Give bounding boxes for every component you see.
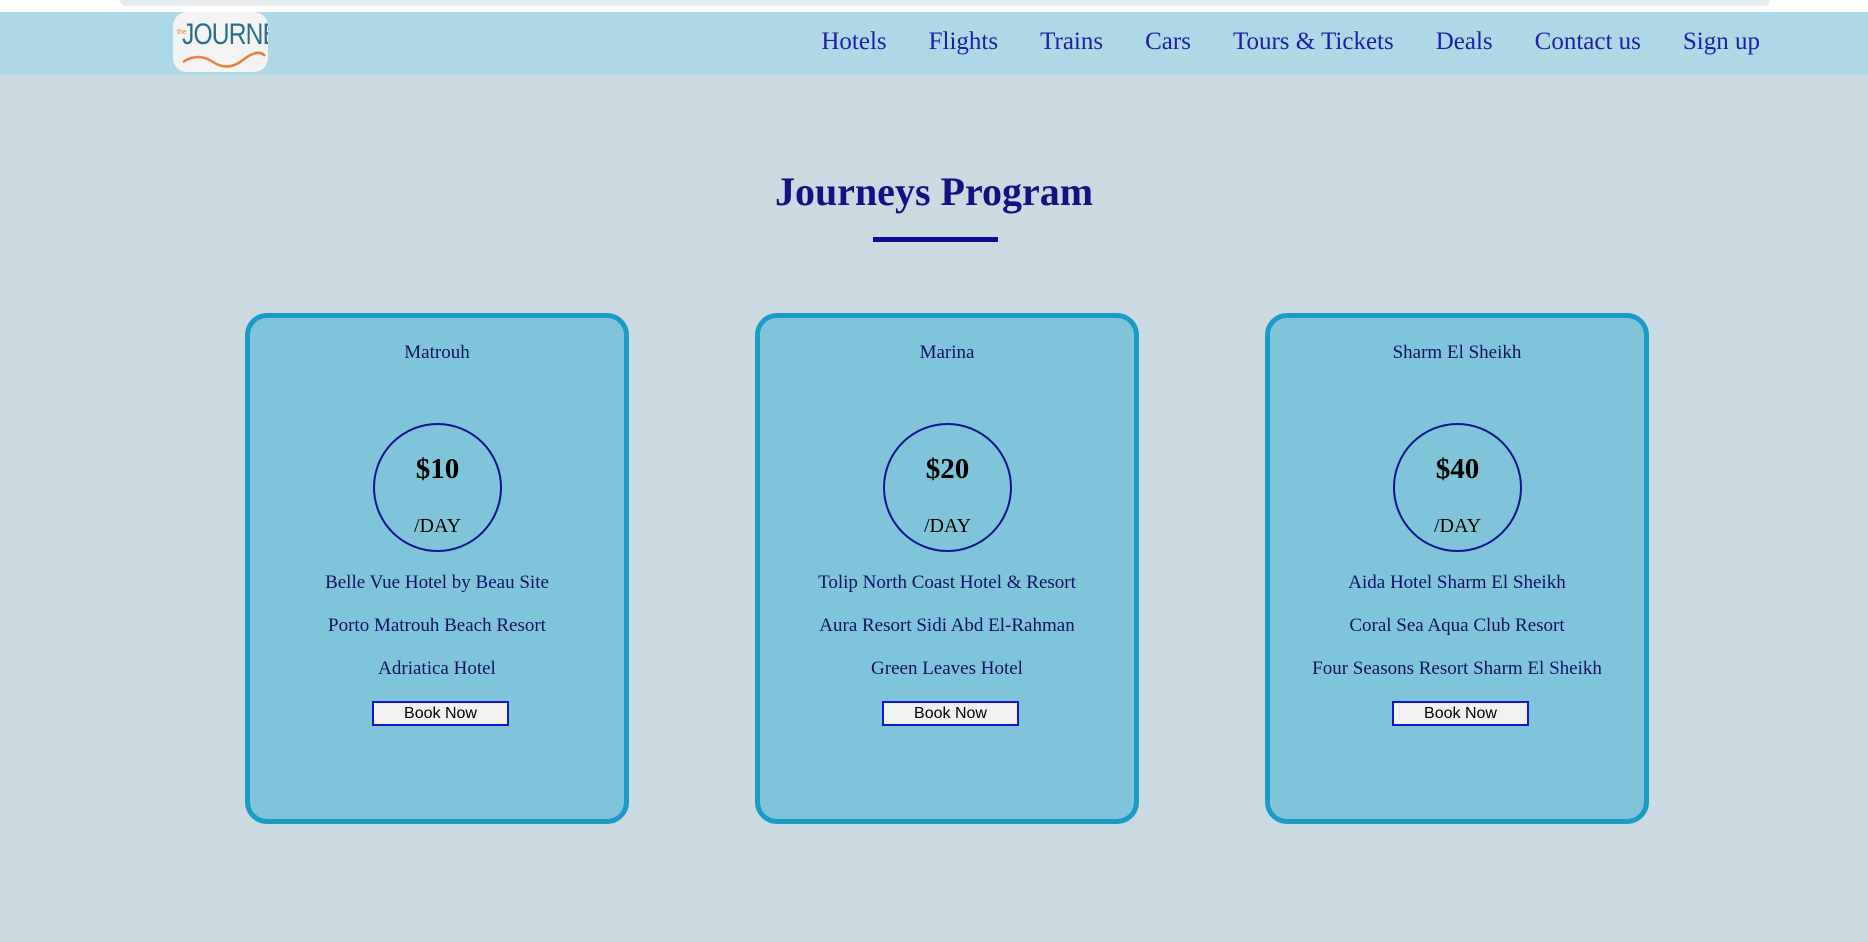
hotel-item: Porto Matrouh Beach Resort: [328, 615, 546, 636]
title-underline: [873, 237, 998, 242]
hotel-item: Four Seasons Resort Sharm El Sheikh: [1312, 658, 1602, 679]
price-unit: /DAY: [1433, 515, 1482, 537]
price-circle: $20 /DAY: [883, 423, 1012, 552]
card-city: Marina: [919, 342, 975, 363]
price-unit: /DAY: [923, 515, 972, 537]
nav-deals[interactable]: Deals: [1436, 28, 1493, 56]
page-title: Journeys Program: [774, 169, 1094, 214]
price-amount: $40: [1435, 453, 1480, 485]
program-card-marina: Marina $20 /DAY Tolip North Coast Hotel …: [755, 313, 1139, 824]
nav-trains[interactable]: Trains: [1040, 28, 1103, 56]
hotel-item: Adriatica Hotel: [378, 658, 496, 679]
hotel-item: Aida Hotel Sharm El Sheikh: [1348, 572, 1566, 593]
hotel-item: Aura Resort Sidi Abd El-Rahman: [819, 615, 1075, 636]
journey-logo[interactable]: the JOURNEY: [173, 12, 268, 72]
hotel-item: Tolip North Coast Hotel & Resort: [818, 572, 1076, 593]
card-city: Sharm El Sheikh: [1392, 342, 1522, 363]
book-now-button[interactable]: Book Now: [882, 701, 1019, 726]
logo-wave-icon: [182, 51, 266, 68]
nav-cars[interactable]: Cars: [1145, 28, 1191, 56]
nav-sign-up[interactable]: Sign up: [1683, 28, 1760, 56]
book-now-button[interactable]: Book Now: [1392, 701, 1529, 726]
price-circle: $40 /DAY: [1393, 423, 1522, 552]
nav-contact-us[interactable]: Contact us: [1535, 28, 1641, 56]
price-circle: $10 /DAY: [373, 423, 502, 552]
hotel-item: Coral Sea Aqua Club Resort: [1349, 615, 1565, 636]
price-unit: /DAY: [413, 515, 462, 537]
nav-hotels[interactable]: Hotels: [821, 28, 886, 56]
book-now-button[interactable]: Book Now: [372, 701, 509, 726]
browser-address-bar-edge: [120, 0, 1770, 6]
navbar: the JOURNEY Hotels Flights Trains Cars T…: [0, 12, 1868, 75]
hotel-item: Belle Vue Hotel by Beau Site: [325, 572, 549, 593]
hotel-item: Green Leaves Hotel: [871, 658, 1023, 679]
nav-links: Hotels Flights Trains Cars Tours & Ticke…: [779, 28, 1760, 56]
price-amount: $20: [925, 453, 970, 485]
program-card-matrouh: Matrouh $10 /DAY Belle Vue Hotel by Beau…: [245, 313, 629, 824]
nav-flights[interactable]: Flights: [929, 28, 998, 56]
card-city: Matrouh: [404, 342, 470, 363]
browser-top-strip: [0, 0, 1868, 12]
nav-tours-tickets[interactable]: Tours & Tickets: [1233, 28, 1394, 56]
program-card-sharm-el-sheikh: Sharm El Sheikh $40 /DAY Aida Hotel Shar…: [1265, 313, 1649, 824]
price-amount: $10: [415, 453, 460, 485]
